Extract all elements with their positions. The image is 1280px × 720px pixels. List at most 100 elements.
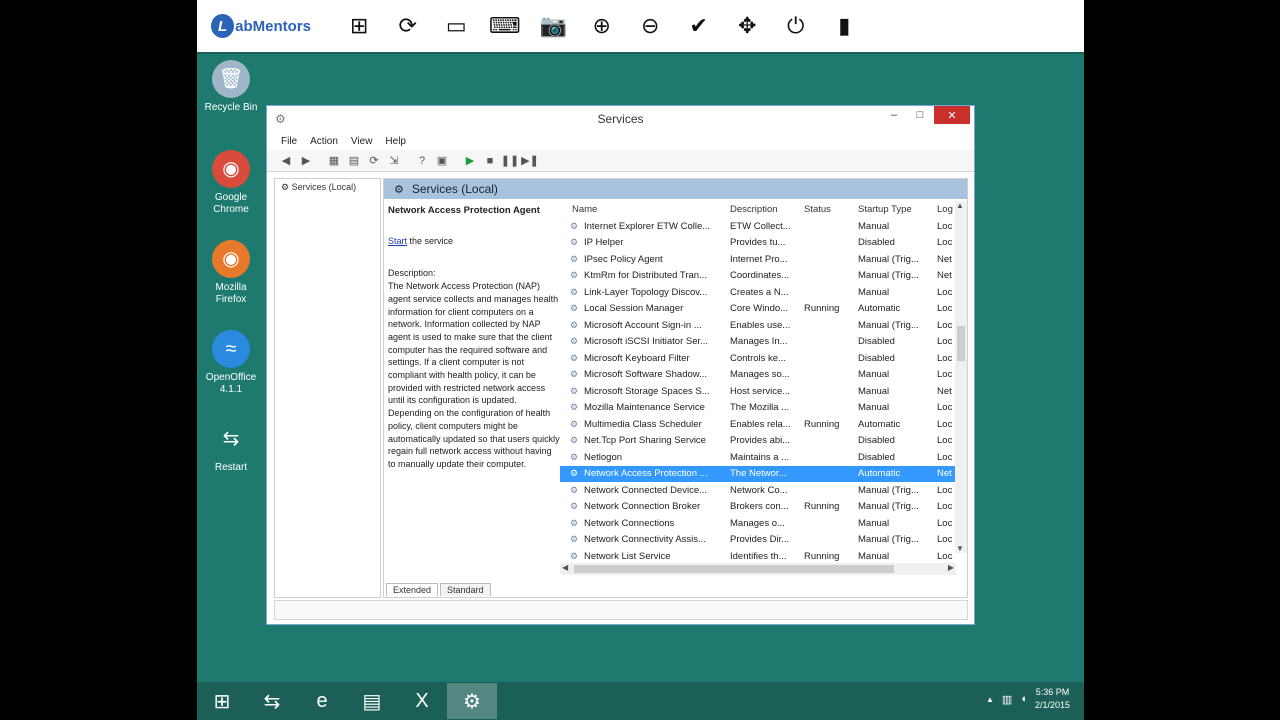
cell-desc: Core Windo... [730, 303, 789, 315]
properties-icon[interactable]: ▣ [433, 153, 451, 169]
book-icon[interactable]: ▮ [820, 6, 869, 46]
check-icon[interactable]: ✔ [675, 6, 724, 46]
menu-action[interactable]: Action [310, 136, 338, 147]
network-icon[interactable]: ▥ [1002, 693, 1012, 706]
service-gear-icon: ⚙ [570, 253, 579, 264]
logo-mark: L [211, 14, 235, 38]
table-row[interactable]: ⚙ Internet Explorer ETW Colle... ETW Colle… [560, 218, 967, 235]
desktop-shortcut[interactable]: ◉ Mozilla Firefox [201, 240, 261, 306]
cell-startup: Manual [858, 402, 890, 414]
monitor-icon[interactable]: ▭ [432, 6, 481, 46]
service-gear-icon: ⚙ [570, 319, 579, 330]
table-row[interactable]: ⚙ Network Connections Manages o... Manual Lo… [560, 515, 967, 532]
table-row[interactable]: ⚙ Microsoft Keyboard Filter Controls ke...… [560, 350, 967, 367]
column-name[interactable]: Name [572, 204, 730, 215]
labmentors-toolbar: L abMentors ⊞ ⟳ ▭ ⌨ 📷 ⊕ ⊖ ✔ ✥ ⏻ ▮ [197, 0, 1084, 54]
export-list-icon[interactable]: ⇲ [385, 153, 403, 169]
close-button[interactable]: ✕ [934, 106, 970, 124]
start-icon[interactable]: ⊞ [197, 683, 247, 719]
scroll-up-icon[interactable]: ▲ [956, 201, 964, 210]
title-bar[interactable]: ⚙ Services – □ ✕ [267, 106, 974, 132]
stop-service-icon[interactable]: ■ [481, 153, 499, 169]
column-startup-type[interactable]: Startup Type [858, 204, 937, 215]
volume-icon[interactable]: ◖ [1020, 693, 1027, 705]
help-icon[interactable]: ? [413, 153, 431, 169]
table-row[interactable]: ⚙ Microsoft Account Sign-in ... Enables us… [560, 317, 967, 334]
menu-view[interactable]: View [351, 136, 373, 147]
minimize-button[interactable]: – [880, 106, 908, 124]
column-description[interactable]: Description [730, 204, 804, 215]
show-hide-tree-icon[interactable]: ▦ [325, 153, 343, 169]
table-row[interactable]: ⚙ KtmRm for Distributed Tran... Coordinate… [560, 268, 967, 285]
table-row[interactable]: ⚙ Multimedia Class Scheduler Enables rela.… [560, 416, 967, 433]
clock-date: 2/1/2015 [1034, 700, 1070, 710]
refresh-icon[interactable]: ⟳ [365, 153, 383, 169]
restart-icon: ⇆ [212, 420, 250, 458]
table-row[interactable]: ⚙ Microsoft iSCSI Initiator Ser... Manages… [560, 334, 967, 351]
table-row[interactable]: ⚙ IPsec Policy Agent Internet Pro... Manual… [560, 251, 967, 268]
desktop-shortcut-label: OpenOffice 4.1.1 [205, 372, 257, 395]
table-row[interactable]: ⚙ Microsoft Storage Spaces S... Host servi… [560, 383, 967, 400]
column-status[interactable]: Status [804, 204, 858, 215]
vertical-scrollbar[interactable]: ▲ ▼ [955, 201, 967, 553]
excel-icon[interactable]: X [397, 683, 447, 719]
console-tree: ⚙ Services (Local) [274, 178, 381, 598]
labmentors-logo: L abMentors [211, 14, 311, 38]
tab-extended[interactable]: Extended [386, 583, 439, 596]
cell-desc: Network Co... [730, 484, 788, 496]
tree-node-services-local[interactable]: ⚙ Services (Local) [275, 179, 380, 193]
table-row[interactable]: ⚙ Net.Tcp Port Sharing Service Provides ab… [560, 433, 967, 450]
list-icon[interactable]: ▤ [345, 153, 363, 169]
clock[interactable]: 5:36 PM 2/1/2015 [1035, 686, 1070, 712]
back-icon[interactable]: ◀ [277, 153, 295, 169]
service-gear-icon: ⚙ [570, 484, 579, 495]
table-row[interactable]: ⚙ Network Connectivity Assis... Provides D… [560, 532, 967, 549]
windows-icon[interactable]: ⊞ [335, 6, 384, 46]
desktop-shortcut[interactable]: ◉ Google Chrome [201, 150, 261, 216]
services-icon[interactable]: ⚙ [447, 683, 497, 719]
scroll-left-icon[interactable]: ◀ [562, 563, 568, 572]
menu-file[interactable]: File [281, 136, 297, 147]
service-gear-icon: ⚙ [570, 435, 579, 446]
table-row[interactable]: ⚙ Mozilla Maintenance Service The Mozilla … [560, 400, 967, 417]
restart-service-icon[interactable]: ▶❚ [521, 153, 539, 169]
horizontal-scroll-thumb[interactable] [574, 565, 894, 573]
desktop-shortcut[interactable]: ≈ OpenOffice 4.1.1 [201, 330, 261, 396]
desktop-shortcut[interactable]: 🗑 Recycle Bin [201, 60, 261, 114]
forward-icon[interactable]: ▶ [297, 153, 315, 169]
table-row[interactable]: ⚙ Link-Layer Topology Discov... Creates a … [560, 284, 967, 301]
cell-startup: Manual [858, 286, 890, 298]
vertical-scroll-thumb[interactable] [957, 326, 965, 361]
zoom-in-icon[interactable]: ⊕ [578, 6, 627, 46]
refresh-icon[interactable]: ⟳ [384, 6, 433, 46]
window-title: Services [597, 112, 644, 126]
table-row[interactable]: ⚙ Network Connected Device... Network Co..… [560, 482, 967, 499]
show-hidden-icons-icon[interactable]: ▲ [986, 695, 994, 704]
horizontal-scrollbar[interactable]: ◀ ▶ [560, 563, 956, 575]
keyboard-icon[interactable]: ⌨ [481, 6, 530, 46]
table-row[interactable]: ⚙ Network Connection Broker Brokers con...… [560, 499, 967, 516]
start-service-link[interactable]: Start [388, 236, 407, 246]
table-row[interactable]: ⚙ Local Session Manager Core Windo... Runni… [560, 301, 967, 318]
maximize-button[interactable]: □ [906, 106, 934, 124]
start-service-icon[interactable]: ▶ [461, 153, 479, 169]
scroll-right-icon[interactable]: ▶ [948, 563, 954, 572]
tab-standard[interactable]: Standard [440, 583, 491, 596]
file-explorer-icon[interactable]: ▤ [347, 683, 397, 719]
table-row[interactable]: ⚙ IP Helper Provides tu... Disabled Loc [560, 235, 967, 252]
cell-startup: Disabled [858, 336, 895, 348]
cell-desc: Coordinates... [730, 270, 790, 282]
desktop-shortcut[interactable]: ⇆ Restart [201, 420, 261, 474]
table-row[interactable]: ⚙ Network Access Protection ... The Networ… [560, 465, 967, 482]
power-icon[interactable]: ⏻ [772, 6, 821, 46]
restart-arrows-icon[interactable]: ⇆ [247, 683, 297, 719]
camera-icon[interactable]: 📷 [529, 6, 578, 46]
table-row[interactable]: ⚙ Microsoft Software Shadow... Manages so.… [560, 367, 967, 384]
scroll-down-icon[interactable]: ▼ [956, 544, 964, 553]
zoom-out-icon[interactable]: ⊖ [626, 6, 675, 46]
move-icon[interactable]: ✥ [723, 6, 772, 46]
table-row[interactable]: ⚙ Netlogon Maintains a ... Disabled Loc [560, 449, 967, 466]
pause-service-icon[interactable]: ❚❚ [501, 153, 519, 169]
menu-help[interactable]: Help [385, 136, 406, 147]
internet-explorer-icon[interactable]: e [297, 683, 347, 719]
